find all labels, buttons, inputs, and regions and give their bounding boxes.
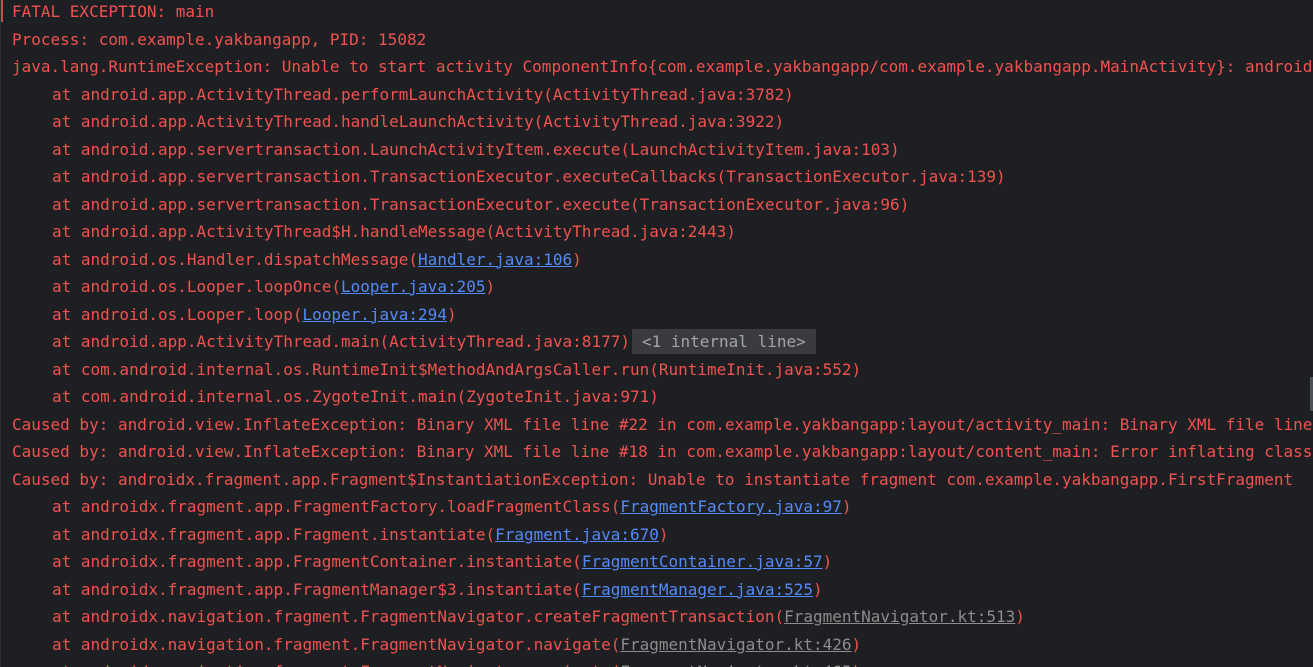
log-text: ) (822, 552, 833, 571)
log-text: at androidx.fragment.app.FragmentContain… (52, 552, 582, 571)
log-text: ) (446, 304, 457, 324)
stack-frame-line: at androidx.navigation.fragment.Fragment… (12, 603, 1313, 631)
exception-line: Caused by: android.view.InflateException… (12, 411, 1313, 439)
log-text: ) (485, 277, 496, 296)
exception-line: Caused by: android.view.InflateException… (12, 438, 1313, 466)
log-text: ) (813, 579, 823, 599)
log-text: at com.android.internal.os.ZygoteInit.ma… (52, 387, 659, 406)
log-text: ) (851, 634, 862, 654)
stack-frame-line: at android.app.ActivityThread.handleLaun… (12, 108, 1313, 136)
source-file-link[interactable]: FragmentManager.java:525 (582, 580, 813, 599)
stack-frame-line: at androidx.navigation.fragment.Fragment… (12, 631, 1313, 659)
source-file-link[interactable]: FragmentNavigator.kt:513 (784, 607, 1015, 626)
log-text: at android.app.ActivityThread.handleLaun… (52, 112, 785, 131)
stack-frame-line: at androidx.fragment.app.FragmentFactory… (12, 493, 1313, 521)
log-text: at android.os.Handler.dispatchMessage( (52, 249, 419, 269)
source-file-link[interactable]: Looper.java:294 (302, 305, 447, 324)
log-text: at android.app.ActivityThread.performLau… (52, 84, 794, 104)
stack-frame-line: at android.app.ActivityThread$H.handleMe… (12, 218, 1313, 246)
source-file-link[interactable]: FragmentNavigator.kt:465 (620, 662, 851, 667)
source-file-link[interactable]: FragmentFactory.java:97 (620, 497, 842, 516)
log-text: Caused by: android.view.InflateException… (12, 442, 1313, 461)
log-text: at androidx.navigation.fragment.Fragment… (52, 662, 620, 667)
log-text: Caused by: android.view.InflateException… (12, 414, 1313, 434)
stack-frame-line: at com.android.internal.os.ZygoteInit.ma… (12, 383, 1313, 411)
stack-frame-line: at androidx.fragment.app.Fragment.instan… (12, 521, 1313, 549)
log-text: at android.app.servertransaction.Transac… (52, 194, 910, 214)
selection-caret (1, 0, 3, 22)
stack-frame-line: at android.os.Looper.loopOnce(Looper.jav… (12, 273, 1313, 301)
source-file-link[interactable]: FragmentNavigator.kt:426 (620, 635, 851, 654)
log-text: at android.app.servertransaction.Transac… (52, 167, 1006, 186)
log-text: at android.os.Looper.loop( (52, 304, 303, 324)
log-text: at android.app.ActivityThread.main(Activ… (52, 332, 630, 351)
exception-line: FATAL EXCEPTION: main (12, 0, 1313, 26)
log-text: ) (572, 249, 582, 269)
log-text: Process: com.example.yakbangapp, PID: 15… (12, 29, 427, 49)
log-text: at android.os.Looper.loopOnce( (52, 277, 341, 296)
source-file-link[interactable]: FragmentContainer.java:57 (582, 552, 823, 571)
stack-frame-line: at android.app.servertransaction.Transac… (12, 163, 1313, 191)
exception-line: Process: com.example.yakbangapp, PID: 15… (12, 26, 1313, 54)
log-text: ) (852, 662, 862, 667)
exception-line: java.lang.RuntimeException: Unable to st… (12, 53, 1313, 81)
stack-frame-line: at androidx.fragment.app.FragmentManager… (12, 576, 1313, 604)
stack-trace-log: FATAL EXCEPTION: main Process: com.exampl… (12, 0, 1313, 667)
source-file-link[interactable]: Looper.java:205 (341, 277, 486, 296)
log-text: at androidx.navigation.fragment.Fragment… (52, 634, 621, 654)
source-file-link[interactable]: Handler.java:106 (418, 250, 572, 269)
log-text: at android.app.ActivityThread$H.handleMe… (52, 222, 736, 241)
stack-frame-line: at androidx.navigation.fragment.Fragment… (12, 658, 1313, 667)
stack-frame-line: at com.android.internal.os.RuntimeInit$M… (12, 356, 1313, 384)
stack-frame-line: at android.app.ActivityThread.performLau… (12, 81, 1313, 109)
exception-line: Caused by: androidx.fragment.app.Fragmen… (12, 466, 1313, 494)
log-text: FATAL EXCEPTION: main (12, 2, 215, 21)
log-text: ) (1015, 607, 1025, 626)
stack-frame-line: at android.app.servertransaction.LaunchA… (12, 136, 1313, 164)
log-text: ) (658, 524, 669, 544)
log-text: at android.app.servertransaction.LaunchA… (52, 139, 900, 159)
stack-frame-line: at android.app.ActivityThread.main(Activ… (12, 328, 1313, 356)
stack-frame-line: at android.os.Looper.loop(Looper.java:29… (12, 301, 1313, 329)
log-text: at androidx.fragment.app.FragmentManager… (52, 579, 582, 599)
log-text: at com.android.internal.os.RuntimeInit$M… (52, 359, 862, 379)
log-text: at androidx.fragment.app.Fragment.instan… (52, 524, 496, 544)
folded-lines-badge[interactable]: <1 internal line> (631, 329, 816, 354)
log-text: at androidx.navigation.fragment.Fragment… (52, 607, 785, 626)
log-text: Caused by: androidx.fragment.app.Fragmen… (12, 469, 1294, 489)
stack-frame-line: at android.app.servertransaction.Transac… (12, 191, 1313, 219)
log-text: java.lang.RuntimeException: Unable to st… (12, 57, 1313, 76)
stack-frame-line: at android.os.Handler.dispatchMessage(Ha… (12, 246, 1313, 274)
log-text: at androidx.fragment.app.FragmentFactory… (52, 497, 621, 516)
log-text: ) (841, 497, 852, 516)
stack-frame-line: at androidx.fragment.app.FragmentContain… (12, 548, 1313, 576)
source-file-link[interactable]: Fragment.java:670 (495, 525, 659, 544)
logcat-console[interactable]: FATAL EXCEPTION: main Process: com.exampl… (0, 0, 1313, 667)
